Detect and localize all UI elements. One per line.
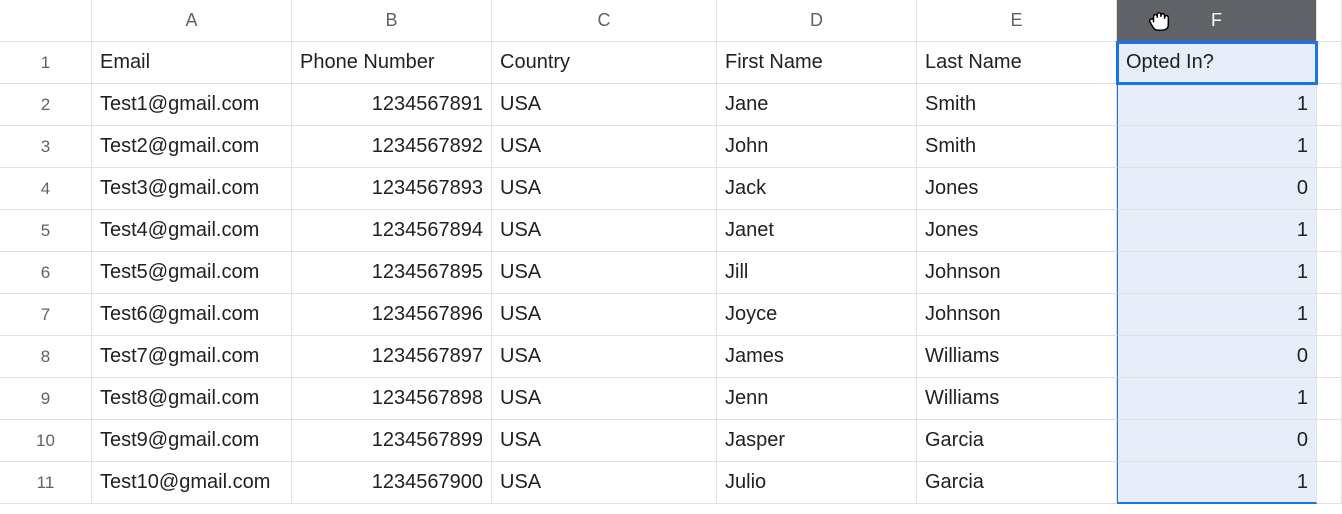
- cell-A7[interactable]: Test6@gmail.com: [92, 294, 292, 336]
- cell-D7[interactable]: Joyce: [717, 294, 917, 336]
- row-header-4[interactable]: 4: [0, 168, 92, 210]
- cell-E1[interactable]: Last Name: [917, 42, 1117, 84]
- cell-E9[interactable]: Williams: [917, 378, 1117, 420]
- cell-E5[interactable]: Jones: [917, 210, 1117, 252]
- row-header-5[interactable]: 5: [0, 210, 92, 252]
- cell-A1[interactable]: Email: [92, 42, 292, 84]
- cell-A3[interactable]: Test2@gmail.com: [92, 126, 292, 168]
- cell-F2[interactable]: 1: [1117, 84, 1317, 126]
- cell-C4[interactable]: USA: [492, 168, 717, 210]
- select-all-corner[interactable]: [0, 0, 92, 42]
- cell-E6[interactable]: Johnson: [917, 252, 1117, 294]
- cell-trailing-2: [1317, 84, 1342, 126]
- cell-D5[interactable]: Janet: [717, 210, 917, 252]
- cell-trailing-6: [1317, 252, 1342, 294]
- cell-trailing-11: [1317, 462, 1342, 504]
- column-header-e[interactable]: E: [917, 0, 1117, 42]
- cell-B9[interactable]: 1234567898: [292, 378, 492, 420]
- spreadsheet-grid[interactable]: ABCDE F1EmailPhone NumberCountryFirst Na…: [0, 0, 1342, 504]
- row-header-6[interactable]: 6: [0, 252, 92, 294]
- row-header-2[interactable]: 2: [0, 84, 92, 126]
- cell-C3[interactable]: USA: [492, 126, 717, 168]
- cell-C8[interactable]: USA: [492, 336, 717, 378]
- cell-B5[interactable]: 1234567894: [292, 210, 492, 252]
- cell-trailing-5: [1317, 210, 1342, 252]
- cell-A5[interactable]: Test4@gmail.com: [92, 210, 292, 252]
- row-header-11[interactable]: 11: [0, 462, 92, 504]
- cell-E8[interactable]: Williams: [917, 336, 1117, 378]
- cell-trailing-9: [1317, 378, 1342, 420]
- row-header-8[interactable]: 8: [0, 336, 92, 378]
- cell-B8[interactable]: 1234567897: [292, 336, 492, 378]
- cell-C11[interactable]: USA: [492, 462, 717, 504]
- cell-trailing-4: [1317, 168, 1342, 210]
- cell-D1[interactable]: First Name: [717, 42, 917, 84]
- cell-C6[interactable]: USA: [492, 252, 717, 294]
- cell-E2[interactable]: Smith: [917, 84, 1117, 126]
- cell-B6[interactable]: 1234567895: [292, 252, 492, 294]
- cell-E3[interactable]: Smith: [917, 126, 1117, 168]
- row-header-9[interactable]: 9: [0, 378, 92, 420]
- cell-A10[interactable]: Test9@gmail.com: [92, 420, 292, 462]
- cell-D2[interactable]: Jane: [717, 84, 917, 126]
- cell-F8[interactable]: 0: [1117, 336, 1317, 378]
- cell-trailing-1: [1317, 42, 1342, 84]
- cell-F10[interactable]: 0: [1117, 420, 1317, 462]
- cell-B7[interactable]: 1234567896: [292, 294, 492, 336]
- cell-A2[interactable]: Test1@gmail.com: [92, 84, 292, 126]
- row-header-10[interactable]: 10: [0, 420, 92, 462]
- cell-D9[interactable]: Jenn: [717, 378, 917, 420]
- cell-C9[interactable]: USA: [492, 378, 717, 420]
- cell-B10[interactable]: 1234567899: [292, 420, 492, 462]
- cell-B1[interactable]: Phone Number: [292, 42, 492, 84]
- cell-D11[interactable]: Julio: [717, 462, 917, 504]
- column-header-c[interactable]: C: [492, 0, 717, 42]
- cell-F1[interactable]: Opted In?: [1117, 42, 1317, 84]
- cell-E11[interactable]: Garcia: [917, 462, 1117, 504]
- open-hand-cursor-icon: [1145, 9, 1175, 33]
- cell-F11[interactable]: 1: [1117, 462, 1317, 504]
- cell-B3[interactable]: 1234567892: [292, 126, 492, 168]
- cell-E7[interactable]: Johnson: [917, 294, 1117, 336]
- column-header-a[interactable]: A: [92, 0, 292, 42]
- cell-A8[interactable]: Test7@gmail.com: [92, 336, 292, 378]
- cell-C5[interactable]: USA: [492, 210, 717, 252]
- cell-D10[interactable]: Jasper: [717, 420, 917, 462]
- cell-trailing-10: [1317, 420, 1342, 462]
- cell-A9[interactable]: Test8@gmail.com: [92, 378, 292, 420]
- cell-E10[interactable]: Garcia: [917, 420, 1117, 462]
- cell-D4[interactable]: Jack: [717, 168, 917, 210]
- cell-C1[interactable]: Country: [492, 42, 717, 84]
- cell-F3[interactable]: 1: [1117, 126, 1317, 168]
- cell-F5[interactable]: 1: [1117, 210, 1317, 252]
- cell-trailing-7: [1317, 294, 1342, 336]
- cell-F4[interactable]: 0: [1117, 168, 1317, 210]
- cell-D8[interactable]: James: [717, 336, 917, 378]
- cell-C10[interactable]: USA: [492, 420, 717, 462]
- cell-A6[interactable]: Test5@gmail.com: [92, 252, 292, 294]
- cell-C7[interactable]: USA: [492, 294, 717, 336]
- cell-E4[interactable]: Jones: [917, 168, 1117, 210]
- row-header-7[interactable]: 7: [0, 294, 92, 336]
- cell-D3[interactable]: John: [717, 126, 917, 168]
- cell-F6[interactable]: 1: [1117, 252, 1317, 294]
- cell-C2[interactable]: USA: [492, 84, 717, 126]
- cell-D6[interactable]: Jill: [717, 252, 917, 294]
- cell-B4[interactable]: 1234567893: [292, 168, 492, 210]
- row-header-1[interactable]: 1: [0, 42, 92, 84]
- column-header-trailing: [1317, 0, 1342, 42]
- cell-B2[interactable]: 1234567891: [292, 84, 492, 126]
- cell-trailing-3: [1317, 126, 1342, 168]
- column-header-b[interactable]: B: [292, 0, 492, 42]
- cell-B11[interactable]: 1234567900: [292, 462, 492, 504]
- cell-A11[interactable]: Test10@gmail.com: [92, 462, 292, 504]
- cell-A4[interactable]: Test3@gmail.com: [92, 168, 292, 210]
- column-header-d[interactable]: D: [717, 0, 917, 42]
- column-header-f[interactable]: F: [1117, 0, 1317, 42]
- cell-F9[interactable]: 1: [1117, 378, 1317, 420]
- row-header-3[interactable]: 3: [0, 126, 92, 168]
- cell-trailing-8: [1317, 336, 1342, 378]
- cell-F7[interactable]: 1: [1117, 294, 1317, 336]
